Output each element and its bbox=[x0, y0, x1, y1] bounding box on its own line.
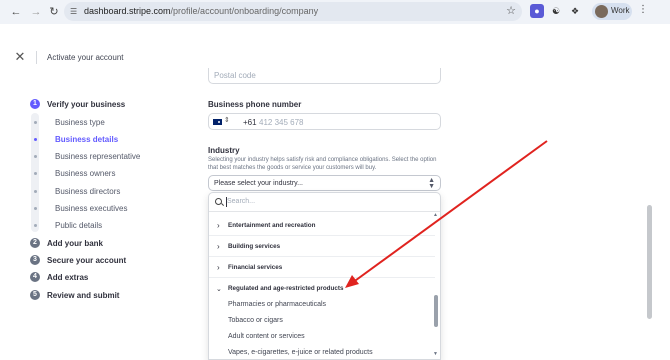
substep-public-details[interactable]: Public details bbox=[55, 221, 102, 230]
search-icon bbox=[215, 198, 222, 205]
industry-group-building[interactable]: › Building services bbox=[209, 237, 435, 257]
bookmark-star-icon[interactable]: ☆ bbox=[506, 5, 516, 17]
search-placeholder: Search... bbox=[227, 198, 256, 205]
browser-toolbar: ← → ↻ ☰ dashboard.stripe.com/profile/acc… bbox=[0, 0, 670, 24]
more-menu-icon[interactable]: ⋮ bbox=[638, 4, 648, 15]
group-label: Financial services bbox=[228, 264, 283, 271]
substep-business-owners[interactable]: Business owners bbox=[55, 169, 115, 178]
step-number-badge: 2 bbox=[30, 238, 40, 248]
substep-business-details[interactable]: Business details bbox=[55, 135, 118, 144]
profile-button[interactable]: Work bbox=[592, 3, 632, 20]
substep-dot bbox=[34, 155, 37, 158]
avatar bbox=[595, 5, 608, 18]
step-add-bank[interactable]: Add your bank bbox=[47, 239, 103, 248]
dropdown-scrollbar-thumb[interactable] bbox=[434, 295, 438, 327]
substep-business-executives[interactable]: Business executives bbox=[55, 204, 127, 213]
industry-option[interactable]: Vapes, e-cigarettes, e-juice or related … bbox=[228, 349, 373, 356]
substep-dot bbox=[34, 172, 37, 175]
address-bar[interactable]: ☰ dashboard.stripe.com/profile/account/o… bbox=[64, 2, 522, 21]
substep-dot bbox=[34, 224, 37, 227]
extensions-puzzle-icon[interactable]: ❖ bbox=[568, 4, 582, 18]
chevron-right-icon: › bbox=[217, 263, 220, 272]
forward-arrow-icon[interactable]: → bbox=[29, 5, 43, 19]
postal-code-input[interactable]: Postal code bbox=[208, 68, 441, 84]
chevron-right-icon: › bbox=[217, 221, 220, 230]
group-label: Regulated and age-restricted products bbox=[228, 285, 344, 292]
substep-business-type[interactable]: Business type bbox=[55, 118, 105, 127]
step-number-badge: 1 bbox=[30, 99, 40, 109]
page-scrollbar[interactable] bbox=[647, 205, 652, 319]
scroll-down-arrow-icon[interactable]: ▼ bbox=[433, 351, 438, 357]
step-add-extras[interactable]: Add extras bbox=[47, 273, 88, 282]
chevron-updown-icon: ▲ ▼ bbox=[428, 177, 435, 190]
substep-dot bbox=[34, 190, 37, 193]
industry-option[interactable]: Adult content or services bbox=[228, 333, 305, 340]
step-number-badge: 3 bbox=[30, 255, 40, 265]
step-number-badge: 4 bbox=[30, 272, 40, 282]
extension-icon[interactable]: ☯ bbox=[549, 4, 563, 18]
substep-dot bbox=[34, 207, 37, 210]
substep-dot bbox=[34, 121, 37, 124]
back-arrow-icon[interactable]: ← bbox=[9, 5, 23, 19]
site-settings-icon[interactable]: ☰ bbox=[70, 7, 79, 16]
url-host: dashboard.stripe.com bbox=[84, 6, 171, 16]
industry-select-value: Please select your industry... bbox=[214, 180, 303, 187]
industry-help-text: Selecting your industry helps satisfy ri… bbox=[208, 157, 437, 171]
industry-option[interactable]: Tobacco or cigars bbox=[228, 317, 283, 324]
industry-select[interactable]: Please select your industry... ▲ ▼ bbox=[208, 175, 441, 191]
postal-code-placeholder: Postal code bbox=[214, 71, 256, 80]
url-text: dashboard.stripe.com/profile/account/onb… bbox=[84, 6, 318, 16]
phone-number-input[interactable]: ⇕ +61 412 345 678 bbox=[208, 113, 441, 130]
australia-flag-icon[interactable] bbox=[213, 119, 222, 125]
phone-placeholder: 412 345 678 bbox=[259, 118, 304, 127]
chevron-down-icon: ⌄ bbox=[216, 286, 222, 293]
phone-label: Business phone number bbox=[208, 100, 302, 109]
group-label: Entertainment and recreation bbox=[228, 222, 316, 229]
group-label: Building services bbox=[228, 243, 281, 250]
phone-country-code: +61 bbox=[243, 118, 257, 127]
industry-group-financial[interactable]: › Financial services bbox=[209, 258, 435, 278]
substep-business-representative[interactable]: Business representative bbox=[55, 152, 140, 161]
industry-search-input[interactable]: Search... bbox=[209, 193, 440, 212]
url-path: /profile/account/onboarding/company bbox=[170, 6, 319, 16]
substep-dot-active bbox=[34, 138, 37, 141]
divider bbox=[36, 51, 37, 64]
chevron-updown-icon[interactable]: ⇕ bbox=[224, 116, 230, 124]
extension-icon[interactable]: ● bbox=[530, 4, 544, 18]
step-verify-business[interactable]: Verify your business bbox=[47, 100, 125, 109]
industry-group-regulated[interactable]: ⌄ Regulated and age-restricted products bbox=[209, 279, 435, 299]
profile-label: Work bbox=[611, 6, 630, 15]
step-secure-account[interactable]: Secure your account bbox=[47, 256, 126, 265]
page-title: Activate your account bbox=[47, 53, 124, 62]
step-number-badge: 5 bbox=[30, 290, 40, 300]
substep-business-directors[interactable]: Business directors bbox=[55, 187, 120, 196]
industry-label: Industry bbox=[208, 146, 240, 155]
step-review-submit[interactable]: Review and submit bbox=[47, 291, 119, 300]
industry-dropdown: Search... ▲ › Entertainment and recreati… bbox=[208, 192, 441, 360]
industry-group-entertainment[interactable]: › Entertainment and recreation bbox=[209, 216, 435, 236]
reload-icon[interactable]: ↻ bbox=[47, 5, 61, 19]
chevron-right-icon: › bbox=[217, 242, 220, 251]
industry-option[interactable]: Pharmacies or pharmaceuticals bbox=[228, 301, 326, 308]
close-icon[interactable]: ✕ bbox=[14, 50, 26, 64]
